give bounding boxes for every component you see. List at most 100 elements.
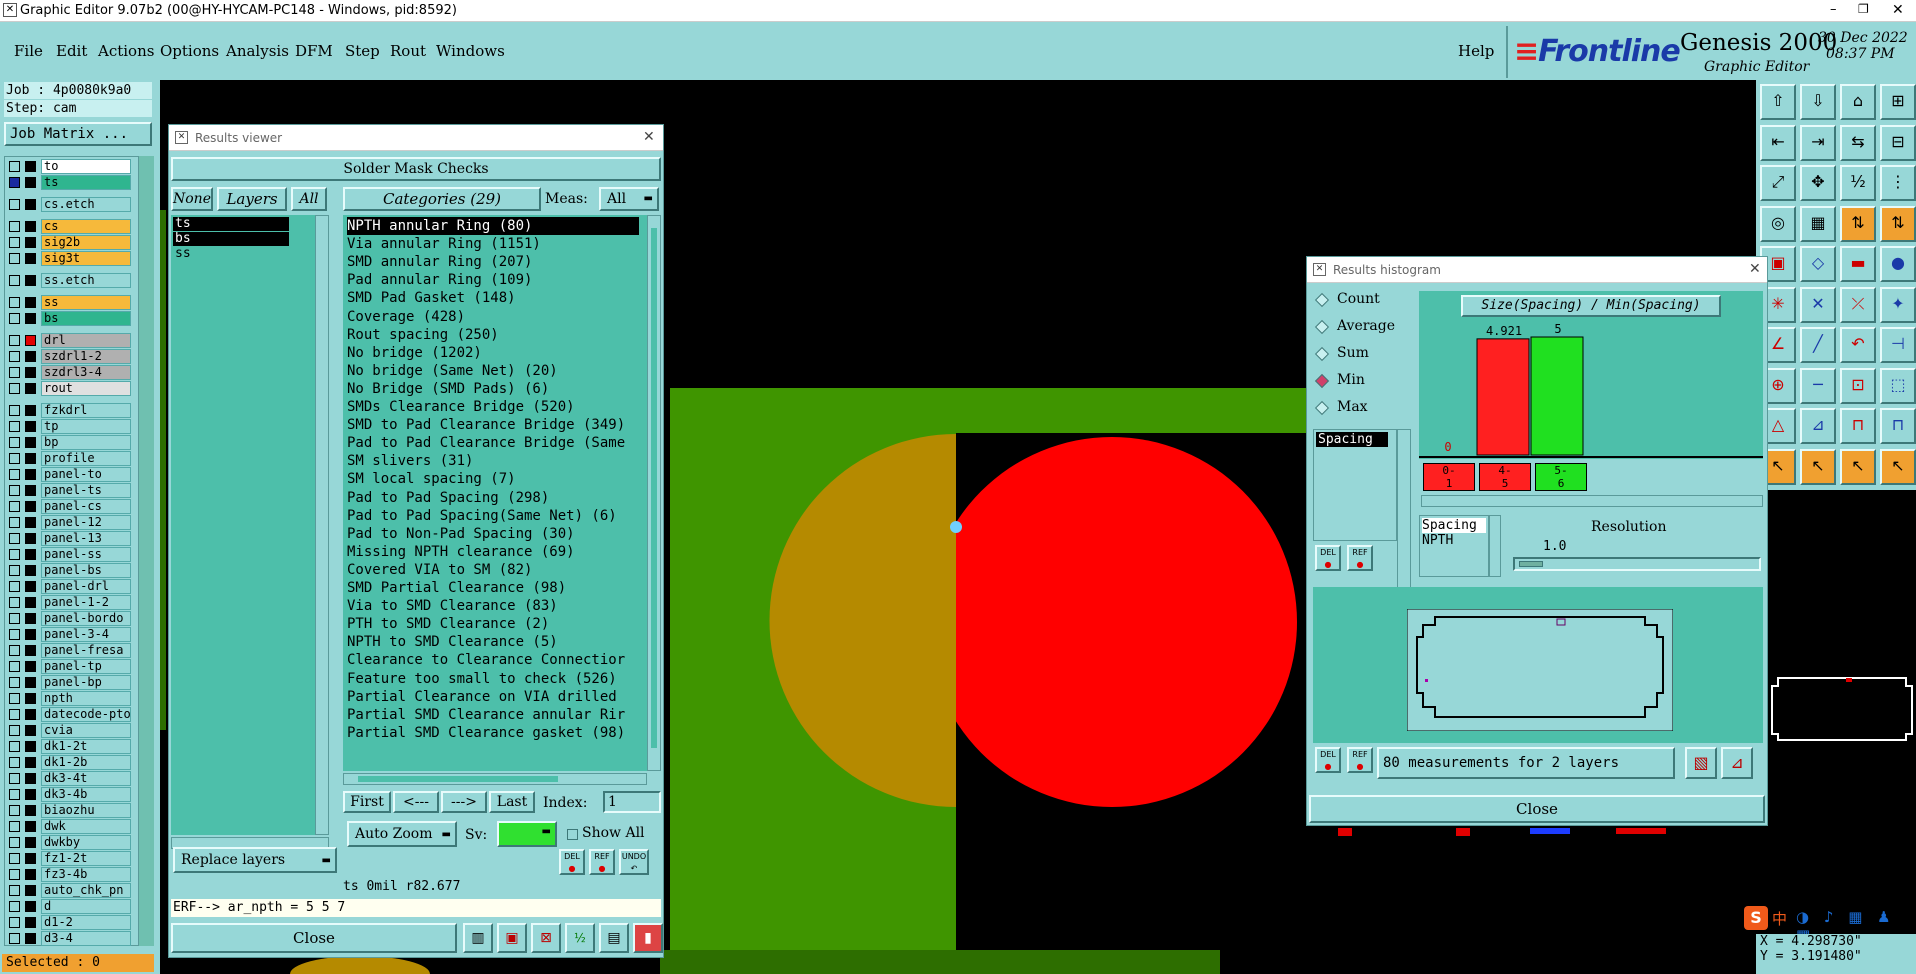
layer-affected-toggle[interactable] xyxy=(25,821,36,832)
radio-diamond-icon[interactable] xyxy=(1314,373,1330,389)
dots-icon[interactable]: ⋮ xyxy=(1880,165,1916,201)
category-item[interactable]: NPTH to SMD Clearance (5) xyxy=(347,633,558,651)
meas-dropdown[interactable]: All ▬ xyxy=(599,187,659,211)
layer-row[interactable]: panel-1-2 xyxy=(9,595,131,610)
layer-row[interactable]: panel-3-4 xyxy=(9,627,131,642)
layer-checkbox[interactable] xyxy=(9,821,20,832)
layer-name[interactable]: tp xyxy=(41,419,131,434)
measurement-list[interactable]: Spacing xyxy=(1313,429,1397,541)
layer-checkbox[interactable] xyxy=(9,917,20,928)
undo-button[interactable]: UNDO ↶ xyxy=(619,849,649,875)
panel-icon[interactable]: ⊟ xyxy=(1880,124,1916,161)
last-button[interactable]: Last xyxy=(489,791,535,813)
layer-name[interactable]: ts xyxy=(41,175,131,190)
layer-affected-toggle[interactable] xyxy=(25,501,36,512)
close-window-button[interactable]: ✕ xyxy=(1892,2,1904,18)
layer-row[interactable]: panel-to xyxy=(9,467,131,482)
layer-row[interactable]: panel-ss xyxy=(9,547,131,562)
layer-row[interactable]: panel-bordo xyxy=(9,611,131,626)
layer-affected-toggle[interactable] xyxy=(25,221,36,232)
fit-icon[interactable]: ⤢ xyxy=(1760,165,1796,201)
layer-affected-toggle[interactable] xyxy=(25,297,36,308)
layer-row[interactable]: sig2b xyxy=(9,235,131,250)
category-item[interactable]: No Bridge (SMD Pads) (6) xyxy=(347,380,549,398)
layer-name[interactable]: panel-3-4 xyxy=(41,627,131,642)
preview-del-button[interactable]: DEL ● xyxy=(1315,747,1341,773)
layer-affected-toggle[interactable] xyxy=(25,421,36,432)
histogram-del-button[interactable]: DEL ● xyxy=(1315,545,1341,571)
layer-affected-toggle[interactable] xyxy=(25,677,36,688)
radio-diamond-icon[interactable] xyxy=(1314,346,1330,362)
layer-affected-toggle[interactable] xyxy=(25,629,36,640)
line-icon[interactable]: ╱ xyxy=(1800,327,1836,363)
categories-hscroll[interactable] xyxy=(343,773,647,785)
layer-name[interactable]: profile xyxy=(41,451,131,466)
option-average[interactable]: Average xyxy=(1313,316,1413,340)
layer-affected-toggle[interactable] xyxy=(25,933,36,944)
category-item[interactable]: Covered VIA to SM (82) xyxy=(347,561,532,579)
layer-checkbox[interactable] xyxy=(9,933,20,944)
layer-checkbox[interactable] xyxy=(9,421,20,432)
prev-button[interactable]: <--- xyxy=(393,791,439,813)
layer-affected-toggle[interactable] xyxy=(25,351,36,362)
layer-name[interactable]: dk3-4b xyxy=(41,787,131,802)
layer-affected-toggle[interactable] xyxy=(25,901,36,912)
layer-row[interactable]: dk1-2b xyxy=(9,755,131,770)
layer-checkbox[interactable] xyxy=(9,367,20,378)
result-layer-scrollbar[interactable] xyxy=(315,215,329,835)
layer-list[interactable]: to ts cs.etch cs sig2b sig3t ss.etch ss bs drl szd… xyxy=(4,156,154,946)
delete-icon[interactable]: ✕ xyxy=(1800,286,1836,323)
layer-checkbox[interactable] xyxy=(9,501,20,512)
swap-icon[interactable]: ⇆ xyxy=(1840,124,1876,161)
layer-row[interactable]: profile xyxy=(9,451,131,466)
category-item[interactable]: Pad to Pad Spacing(Same Net) (6) xyxy=(347,507,617,525)
layer-checkbox[interactable] xyxy=(9,221,20,232)
layer-affected-toggle[interactable] xyxy=(25,517,36,528)
layer-row[interactable]: fz1-2t xyxy=(9,851,131,866)
home-icon[interactable]: ⌂ xyxy=(1840,84,1876,120)
option-count[interactable]: Count xyxy=(1313,289,1413,313)
summary-icon-2[interactable]: ⊿ xyxy=(1721,747,1753,779)
measure-icon[interactable]: ⇅ xyxy=(1840,205,1876,242)
layer-name[interactable]: rout xyxy=(41,381,131,396)
tool-icon-2[interactable]: ▣ xyxy=(497,923,527,953)
job-matrix-button[interactable]: Job Matrix ... xyxy=(4,122,152,146)
ruler-icon[interactable]: ▬ xyxy=(1840,246,1876,282)
layer-row[interactable]: dwk xyxy=(9,819,131,834)
menu-dfm[interactable]: DFM xyxy=(295,42,333,60)
layer-affected-toggle[interactable] xyxy=(25,741,36,752)
layer-checkbox[interactable] xyxy=(9,581,20,592)
undo-icon[interactable]: ↶ xyxy=(1840,327,1876,363)
layer-checkbox[interactable] xyxy=(9,383,20,394)
layer-name[interactable]: panel-bordo xyxy=(41,611,131,626)
layer-checkbox[interactable] xyxy=(9,453,20,464)
summary-icon-1[interactable]: ▧ xyxy=(1685,747,1717,779)
layer-row[interactable]: ts xyxy=(9,175,131,190)
layer-affected-toggle[interactable] xyxy=(25,661,36,672)
layer-checkbox[interactable] xyxy=(9,437,20,448)
menu-rout[interactable]: Rout xyxy=(390,42,426,60)
layer-name[interactable]: to xyxy=(41,159,131,174)
layer-row[interactable]: dk3-4t xyxy=(9,771,131,786)
layer-row[interactable]: d xyxy=(9,899,131,914)
ime-toolbar[interactable]: S 中 ◑ ♪ ▦ ♟ ▦ xyxy=(1742,904,1916,944)
layer-checkbox[interactable] xyxy=(9,335,20,346)
all-layers-button[interactable]: All xyxy=(291,187,327,211)
radio-diamond-icon[interactable] xyxy=(1314,400,1330,416)
layer-row[interactable]: dk3-4b xyxy=(9,787,131,802)
menu-windows[interactable]: Windows xyxy=(436,42,505,60)
layer-checkbox[interactable] xyxy=(9,645,20,656)
layer-affected-toggle[interactable] xyxy=(25,485,36,496)
index-input[interactable]: 1 xyxy=(603,791,661,813)
gate-icon[interactable]: ⊓ xyxy=(1880,408,1916,444)
layer-checkbox[interactable] xyxy=(9,597,20,608)
grid-icon[interactable]: ⊞ xyxy=(1880,84,1916,120)
layer-affected-toggle[interactable] xyxy=(25,275,36,286)
category-item[interactable]: Pad to Non-Pad Spacing (30) xyxy=(347,525,575,543)
layer-name[interactable]: d1-2 xyxy=(41,915,131,930)
category-item[interactable]: Rout spacing (250) xyxy=(347,326,499,344)
tool-icon-4[interactable]: ½ xyxy=(565,923,595,953)
layer-row[interactable]: panel-12 xyxy=(9,515,131,530)
align-icon[interactable]: ⊣ xyxy=(1880,327,1916,363)
arc-icon[interactable]: ⊓ xyxy=(1840,408,1876,444)
